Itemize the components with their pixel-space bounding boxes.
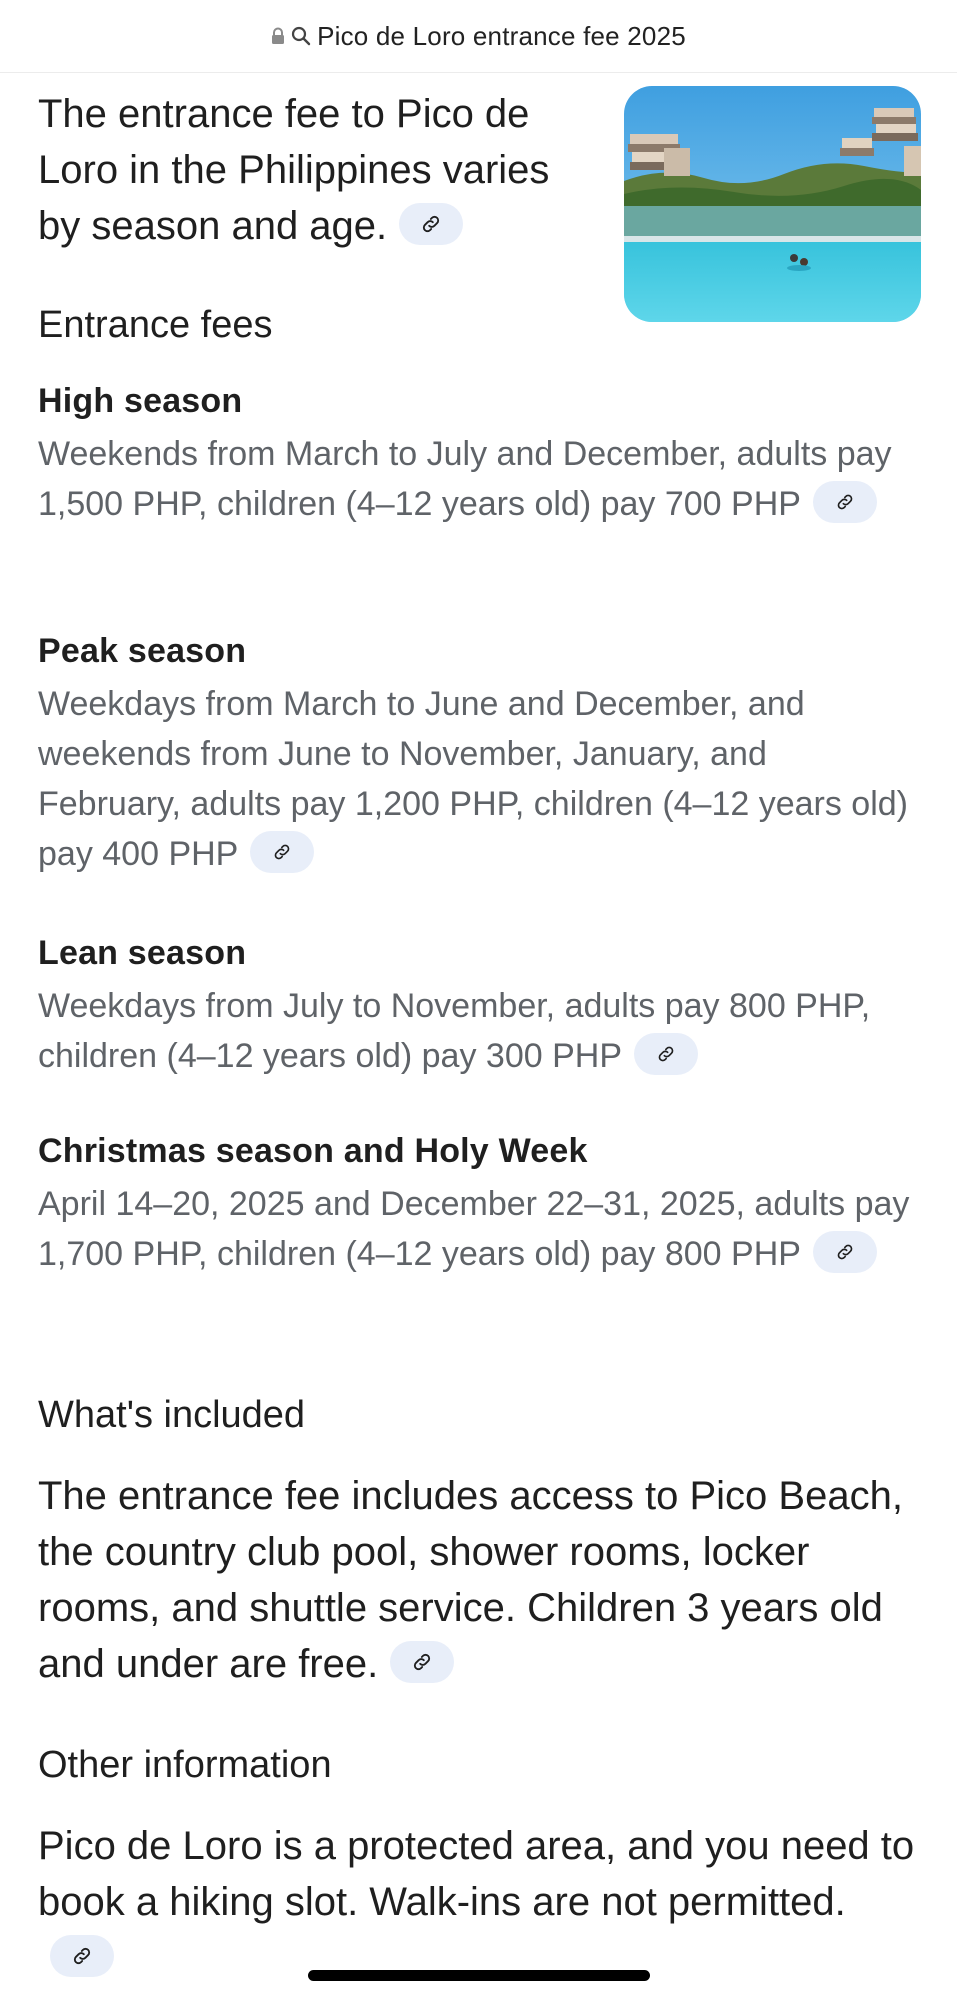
link-icon	[837, 1244, 853, 1260]
source-link-chip[interactable]	[634, 1033, 698, 1076]
intro-paragraph: The entrance fee to Pico de Loro in the …	[38, 86, 598, 254]
season-title: Christmas season and Holy Week	[38, 1132, 588, 1170]
intro-block: The entrance fee to Pico de Loro in the …	[38, 72, 921, 322]
source-link-chip[interactable]	[50, 1935, 114, 1978]
season-description-text: April 14–20, 2025 and December 22–31, 20…	[38, 1185, 910, 1273]
season-christmas-holy-week: Christmas season and Holy Week April 14–…	[38, 1132, 918, 1279]
season-title: Peak season	[38, 632, 247, 670]
season-title: High season	[38, 382, 243, 420]
other-information-text: Pico de Loro is a protected area, and yo…	[38, 1824, 915, 1924]
season-title: Lean season	[38, 934, 247, 972]
season-lean: Lean season Weekdays from July to Novemb…	[38, 934, 918, 1081]
lock-icon	[271, 27, 285, 45]
whats-included-heading: What's included	[38, 1394, 306, 1436]
other-information-heading: Other information	[38, 1744, 332, 1786]
link-icon	[73, 1948, 91, 1965]
season-high: High season Weekends from March to July …	[38, 382, 918, 529]
search-query[interactable]: Pico de Loro entrance fee 2025	[317, 21, 686, 52]
whats-included-text: The entrance fee includes access to Pico…	[38, 1474, 903, 1686]
whats-included-paragraph: The entrance fee includes access to Pico…	[38, 1468, 918, 1692]
season-description: Weekdays from July to November, adults p…	[38, 981, 918, 1081]
search-icon	[291, 26, 311, 46]
season-description-text: Weekends from March to July and December…	[38, 435, 892, 523]
link-icon	[414, 1654, 431, 1671]
address-bar[interactable]: Pico de Loro entrance fee 2025	[0, 0, 957, 73]
season-description: Weekdays from March to June and December…	[38, 679, 918, 879]
link-icon	[658, 1046, 674, 1062]
source-link-chip[interactable]	[390, 1641, 455, 1684]
season-description: April 14–20, 2025 and December 22–31, 20…	[38, 1179, 918, 1279]
ai-overview: The entrance fee to Pico de Loro in the …	[38, 72, 921, 1978]
intro-text: The entrance fee to Pico de Loro in the …	[38, 92, 550, 248]
season-description-text: Weekdays from March to June and December…	[38, 685, 909, 873]
home-indicator[interactable]	[308, 1970, 650, 1981]
entrance-fees-heading: Entrance fees	[38, 304, 273, 346]
season-description: Weekends from March to July and December…	[38, 429, 918, 529]
resort-pool-image[interactable]	[624, 86, 921, 322]
season-description-text: Weekdays from July to November, adults p…	[38, 987, 871, 1075]
season-peak: Peak season Weekdays from March to June …	[38, 632, 918, 879]
link-icon	[275, 844, 290, 860]
source-link-chip[interactable]	[399, 203, 464, 246]
link-icon	[423, 216, 440, 233]
source-link-chip[interactable]	[812, 1231, 877, 1274]
source-link-chip[interactable]	[812, 481, 877, 524]
link-icon	[837, 494, 853, 510]
source-link-chip[interactable]	[250, 831, 315, 874]
other-information-paragraph: Pico de Loro is a protected area, and yo…	[38, 1818, 918, 1986]
